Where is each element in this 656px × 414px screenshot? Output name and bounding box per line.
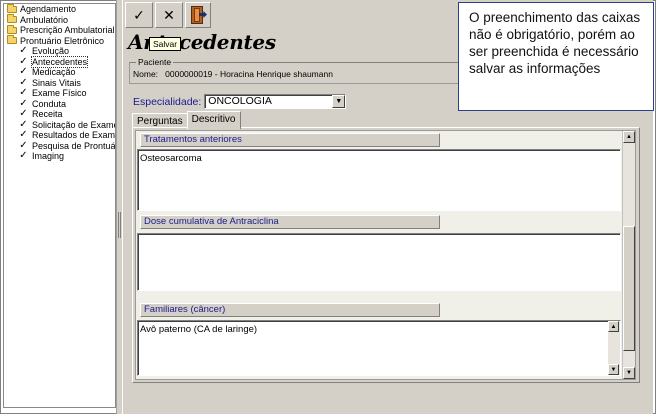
section-header: Tratamentos anteriores — [140, 133, 440, 147]
toolbar: ✓ ✕ — [125, 2, 211, 30]
splitter-grip[interactable] — [118, 212, 121, 238]
tratamentos-textarea[interactable]: Osteosarcoma — [137, 149, 621, 211]
tree-item[interactable]: Agendamento — [4, 4, 115, 15]
tree-item-label: Evolução — [32, 46, 70, 56]
sections-scrollbar[interactable]: ▲ ▼ — [622, 131, 635, 379]
check-icon: ✓ — [19, 45, 28, 56]
tree-item-label: Antecedentes — [30, 55, 89, 68]
scroll-up-icon[interactable]: ▲ — [608, 321, 619, 332]
tree-item-label: Prescrição Ambulatorial — [20, 25, 115, 35]
folder-open-icon — [7, 35, 17, 45]
cancel-button[interactable]: ✕ — [155, 2, 183, 28]
close-icon: ✕ — [163, 6, 175, 23]
tree-item-label: Conduta — [32, 98, 67, 109]
tree-item-label: Pesquisa de Prontuári — [32, 140, 116, 151]
scroll-thumb[interactable] — [623, 226, 635, 351]
tree-item[interactable]: ✓ Evolução — [4, 45, 115, 57]
specialty-row: Especialidade: ONCOLOGIA ▼ — [133, 94, 347, 109]
tab-strip: Perguntas Descritivo — [132, 110, 241, 129]
checkmark-icon: ✓ — [133, 6, 145, 23]
specialty-value: ONCOLOGIA — [208, 95, 272, 107]
tree-item[interactable]: ✓ Medicação — [4, 66, 115, 78]
sections-scroll-area: Tratamentos anteriores Osteosarcoma Dose… — [135, 130, 636, 380]
tree-item[interactable]: ✓ Imaging — [4, 150, 115, 162]
check-icon: ✓ — [19, 150, 28, 161]
tree-item-label: Solicitação de Exames — [32, 119, 116, 130]
patient-id: 0000000019 — [165, 69, 213, 79]
tree-item-label: Agendamento — [20, 4, 77, 14]
tratamentos-text: Osteosarcoma — [140, 153, 202, 164]
section-header: Dose cumulativa de Antraciclina — [140, 215, 440, 229]
scroll-up-icon[interactable]: ▲ — [623, 131, 635, 143]
tree-item-label: Medicação — [32, 67, 76, 77]
familiares-textarea[interactable]: Avô paterno (CA de laringe) ▲ ▼ — [137, 320, 621, 376]
familiares-text: Avô paterno (CA de laringe) — [140, 324, 258, 335]
folder-icon — [7, 4, 17, 13]
tree-item[interactable]: Ambulatório — [4, 14, 115, 26]
dose-textarea[interactable] — [137, 233, 621, 291]
exit-button[interactable] — [185, 2, 211, 28]
tab-perguntas[interactable]: Perguntas — [132, 113, 188, 128]
familiares-scrollbar[interactable]: ▲ ▼ — [608, 321, 620, 375]
tree-item[interactable]: Prescrição Ambulatorial — [4, 24, 115, 36]
check-icon: ✓ — [19, 108, 28, 119]
exit-door-icon — [189, 5, 207, 25]
save-tooltip: Salvar — [149, 37, 182, 51]
tree-item-label: Resultados de Exames — [32, 130, 116, 140]
navigation-tree[interactable]: Agendamento Ambulatório Prescrição Ambulat… — [3, 3, 116, 408]
tree-item[interactable]: ✓ Resultados de Exames — [4, 129, 116, 141]
folder-icon — [7, 14, 17, 24]
tab-descritivo[interactable]: Descritivo — [186, 111, 241, 129]
tree-item-label: Sinais Vitais — [32, 77, 81, 88]
tree-item[interactable]: ✓ Receita — [4, 108, 115, 120]
save-button[interactable]: ✓ — [125, 2, 153, 28]
patient-group-legend: Paciente — [136, 57, 174, 67]
tree-item-label: Ambulatório — [20, 14, 69, 25]
patient-group: Paciente Nome: 0000000019 - Horacina Hen… — [129, 57, 469, 84]
tree-item-label: Receita — [32, 109, 63, 119]
specialty-select[interactable]: ONCOLOGIA ▼ — [204, 94, 347, 109]
check-icon: ✓ — [19, 66, 28, 77]
tree-item[interactable]: ✓ Exame Físico — [4, 87, 115, 99]
info-callout: O preenchimento das caixas não é obrigat… — [458, 2, 654, 111]
scroll-down-icon[interactable]: ▼ — [608, 364, 619, 375]
panel-splitter[interactable] — [116, 0, 123, 414]
scroll-down-icon[interactable]: ▼ — [623, 367, 635, 379]
section-header: Familiares (câncer) — [140, 303, 440, 317]
folder-icon — [7, 24, 17, 34]
patient-name-label: Nome: — [133, 69, 159, 79]
check-icon: ✓ — [19, 87, 28, 98]
check-icon: ✓ — [19, 129, 28, 140]
tree-item-label: Prontuário Eletrônico — [20, 35, 105, 46]
chevron-down-icon[interactable]: ▼ — [332, 95, 346, 108]
specialty-label: Especialidade: — [133, 95, 202, 108]
descritivo-panel: Tratamentos anteriores Osteosarcoma Dose… — [132, 127, 640, 383]
patient-name: Horacina Henrique shaumann — [220, 69, 333, 79]
patient-info: Nome: 0000000019 - Horacina Henrique sha… — [133, 69, 333, 79]
tree-item-label: Imaging — [32, 151, 65, 161]
tree-item-label: Exame Físico — [32, 88, 87, 98]
